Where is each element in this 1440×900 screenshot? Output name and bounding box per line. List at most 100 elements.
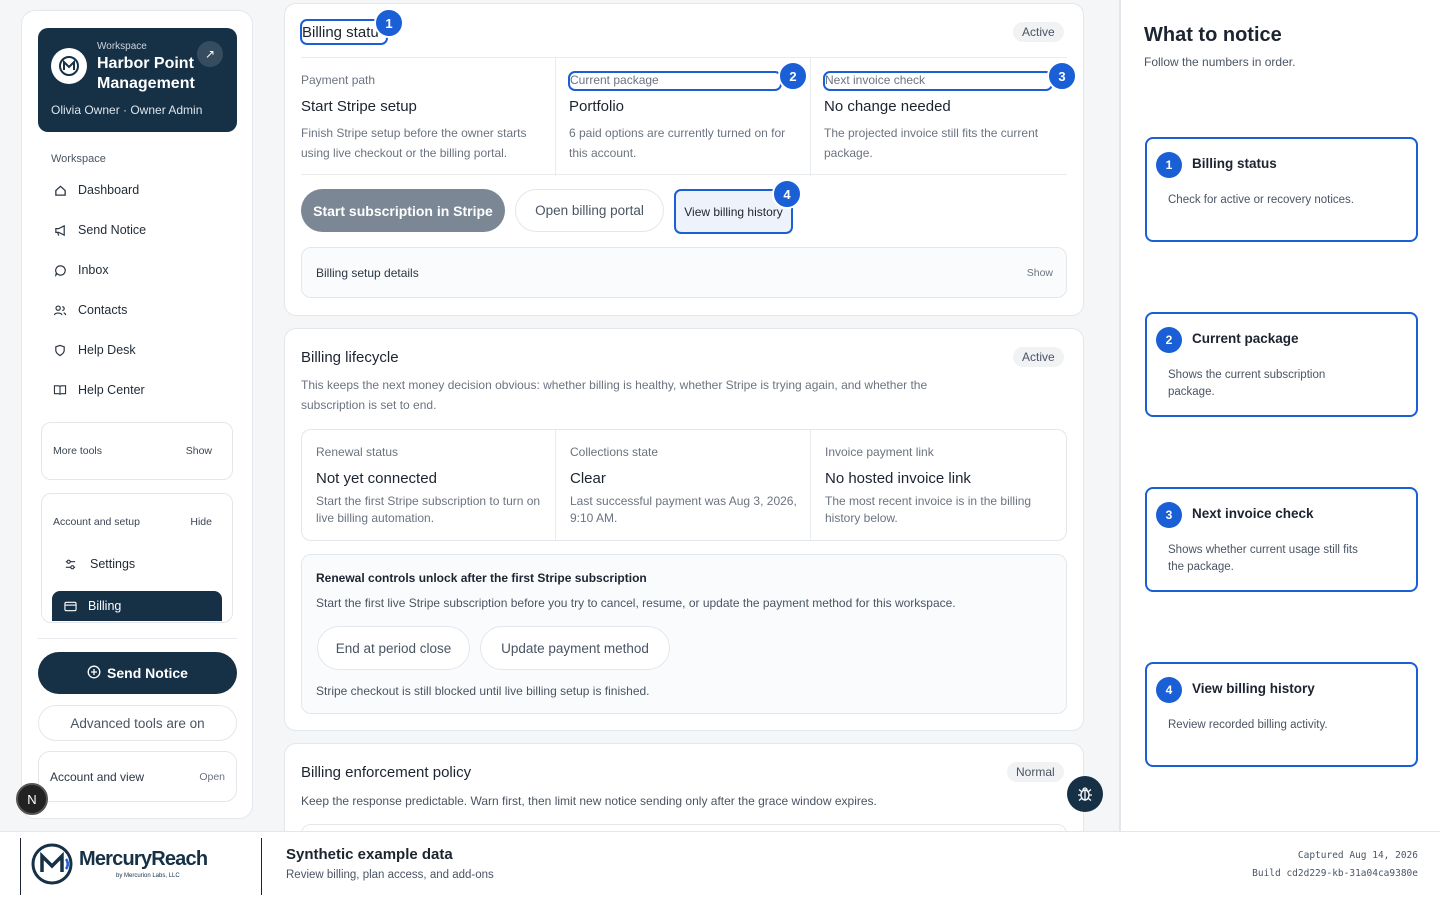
- notice-title: View billing history: [1192, 681, 1315, 696]
- grid-divider: [555, 58, 556, 176]
- callout-1: 1: [374, 8, 404, 38]
- notice-number: 1: [1156, 152, 1182, 178]
- users-icon: [52, 304, 68, 317]
- notice-desc: Check for active or recovery notices.: [1168, 194, 1354, 206]
- details-show[interactable]: Show: [1027, 267, 1053, 279]
- workspace-logo-icon: [51, 48, 87, 84]
- collections-state-desc: Last successful payment was Aug 3, 2026,…: [570, 494, 797, 525]
- book-icon: [52, 384, 68, 396]
- renewal-note: Stripe checkout is still blocked until l…: [316, 684, 650, 698]
- more-tools-toggle[interactable]: More tools Show: [41, 422, 233, 480]
- advanced-tools-toggle[interactable]: Advanced tools are on: [38, 705, 237, 741]
- invoice-link-key: Invoice payment link: [825, 445, 934, 459]
- sidebar-item-label: Billing: [88, 599, 122, 613]
- home-icon: [52, 184, 68, 197]
- sliders-icon: [64, 558, 80, 571]
- grid-divider: [810, 430, 811, 540]
- card-icon: [64, 601, 78, 612]
- renewal-controls-title: Renewal controls unlock after the first …: [316, 571, 647, 585]
- notice-card: 4 View billing history Review recorded b…: [1145, 662, 1418, 767]
- notice-title: Current package: [1192, 331, 1299, 346]
- lifecycle-grid: Renewal status Not yet connected Start t…: [301, 429, 1067, 541]
- callout-2: 2: [778, 61, 808, 91]
- bug-report-icon[interactable]: [1067, 776, 1103, 812]
- notice-number: 4: [1156, 677, 1182, 703]
- end-period-button[interactable]: End at period close: [317, 626, 470, 670]
- enforcement-desc: Keep the response predictable. Warn firs…: [301, 794, 877, 808]
- account-view-label: Account and view: [50, 770, 145, 784]
- renewal-controls-desc: Start the first live Stripe subscription…: [316, 596, 956, 610]
- build-id: Build cd2d229-kb-31a04ca9380e: [1252, 868, 1418, 879]
- send-notice-label: Send Notice: [107, 665, 188, 681]
- next-invoice-desc: The projected invoice still fits the cur…: [824, 126, 1039, 160]
- workspace-card[interactable]: Workspace Harbor Point Management ↗ Oliv…: [38, 28, 237, 132]
- billing-status-card: Billing status 1 Active Payment path Sta…: [284, 3, 1084, 316]
- notice-title: Next invoice check: [1192, 506, 1314, 521]
- send-notice-button[interactable]: Send Notice: [38, 652, 237, 694]
- sidebar-item-dashboard[interactable]: Dashboard: [52, 176, 232, 204]
- footer-divider: [261, 838, 262, 895]
- payment-path-value: Start Stripe setup: [301, 98, 417, 115]
- sidebar-item-send-notice[interactable]: Send Notice: [52, 216, 232, 244]
- more-tools-show[interactable]: Show: [186, 445, 212, 457]
- renewal-status-desc: Start the first Stripe subscription to t…: [316, 494, 541, 525]
- renewal-status-value: Not yet connected: [316, 470, 437, 487]
- collections-state-value: Clear: [570, 470, 606, 487]
- update-payment-button[interactable]: Update payment method: [480, 626, 670, 670]
- sidebar-item-label: Help Desk: [78, 343, 136, 357]
- status-badge: Active: [1013, 22, 1064, 42]
- notice-desc: Shows the current subscription package.: [1168, 369, 1326, 398]
- account-view-open[interactable]: Open: [199, 771, 225, 783]
- invoice-link-desc: The most recent invoice is in the billin…: [825, 494, 1032, 525]
- invoice-link-value: No hosted invoice link: [825, 470, 971, 487]
- more-tools-label: More tools: [53, 445, 103, 457]
- billing-setup-details[interactable]: Billing setup details Show: [301, 247, 1067, 298]
- callout-3: 3: [1047, 61, 1077, 91]
- collections-state-key: Collections state: [570, 445, 659, 459]
- megaphone-icon: [52, 224, 68, 237]
- notice-title: Billing status: [1192, 156, 1277, 171]
- start-subscription-button[interactable]: Start subscription in Stripe: [301, 189, 505, 232]
- panel-title: What to notice: [1144, 24, 1282, 46]
- lifecycle-desc: This keeps the next money decision obvio…: [301, 378, 928, 412]
- account-view-box[interactable]: Account and view Open: [38, 751, 237, 802]
- open-billing-portal-button[interactable]: Open billing portal: [515, 189, 664, 232]
- sidebar-item-label: Contacts: [78, 303, 128, 317]
- billing-status-title: Billing status: [302, 24, 378, 41]
- sidebar-item-contacts[interactable]: Contacts: [52, 296, 232, 324]
- workspace-user: Olivia Owner · Owner Admin: [51, 103, 203, 117]
- n-badge[interactable]: N: [16, 783, 48, 815]
- sidebar-item-help-center[interactable]: Help Center: [52, 376, 232, 404]
- panel-subtitle: Follow the numbers in order.: [1144, 55, 1296, 69]
- what-to-notice-panel: What to notice Follow the numbers in ord…: [1119, 0, 1440, 831]
- external-link-icon[interactable]: ↗: [197, 41, 223, 67]
- notice-desc: Review recorded billing activity.: [1168, 719, 1328, 731]
- captured-date: Captured Aug 14, 2026: [1297, 850, 1418, 861]
- footer-brand-sub: by Mercurion Labs, LLC: [116, 873, 180, 879]
- grid-divider: [810, 58, 811, 176]
- sidebar-item-billing[interactable]: Billing: [52, 591, 222, 621]
- renewal-controls-panel: Renewal controls unlock after the first …: [301, 554, 1067, 714]
- sidebar-item-label: Send Notice: [78, 223, 147, 237]
- callout-4: 4: [772, 179, 802, 209]
- details-label: Billing setup details: [316, 266, 419, 280]
- billing-status-grid: Payment path Start Stripe setup Finish S…: [301, 57, 1077, 176]
- notice-number: 2: [1156, 327, 1182, 353]
- sidebar-item-settings[interactable]: Settings: [52, 557, 135, 571]
- footer: MercuryReach by Mercurion Labs, LLC Synt…: [0, 831, 1440, 900]
- mercuryreach-logo-icon: [30, 842, 74, 886]
- next-invoice-value: No change needed: [824, 98, 951, 115]
- grid-divider: [555, 430, 556, 540]
- payment-path-desc: Finish Stripe setup before the owner sta…: [301, 126, 527, 160]
- sidebar-item-inbox[interactable]: Inbox: [52, 256, 232, 284]
- sidebar-item-help-desk[interactable]: Help Desk: [52, 336, 232, 364]
- account-setup-hide[interactable]: Hide: [190, 516, 212, 528]
- notice-desc: Shows whether current usage still fits t…: [1168, 544, 1358, 573]
- notice-card: 3 Next invoice check Shows whether curre…: [1145, 487, 1418, 592]
- sidebar: Workspace Harbor Point Management ↗ Oliv…: [21, 10, 253, 819]
- sidebar-item-label: Dashboard: [78, 183, 140, 197]
- nav-heading: Workspace: [51, 153, 106, 165]
- notice-card: 1 Billing status Check for active or rec…: [1145, 137, 1418, 242]
- footer-subtitle: Review billing, plan access, and add-ons: [286, 869, 494, 881]
- current-package-value: Portfolio: [569, 98, 625, 115]
